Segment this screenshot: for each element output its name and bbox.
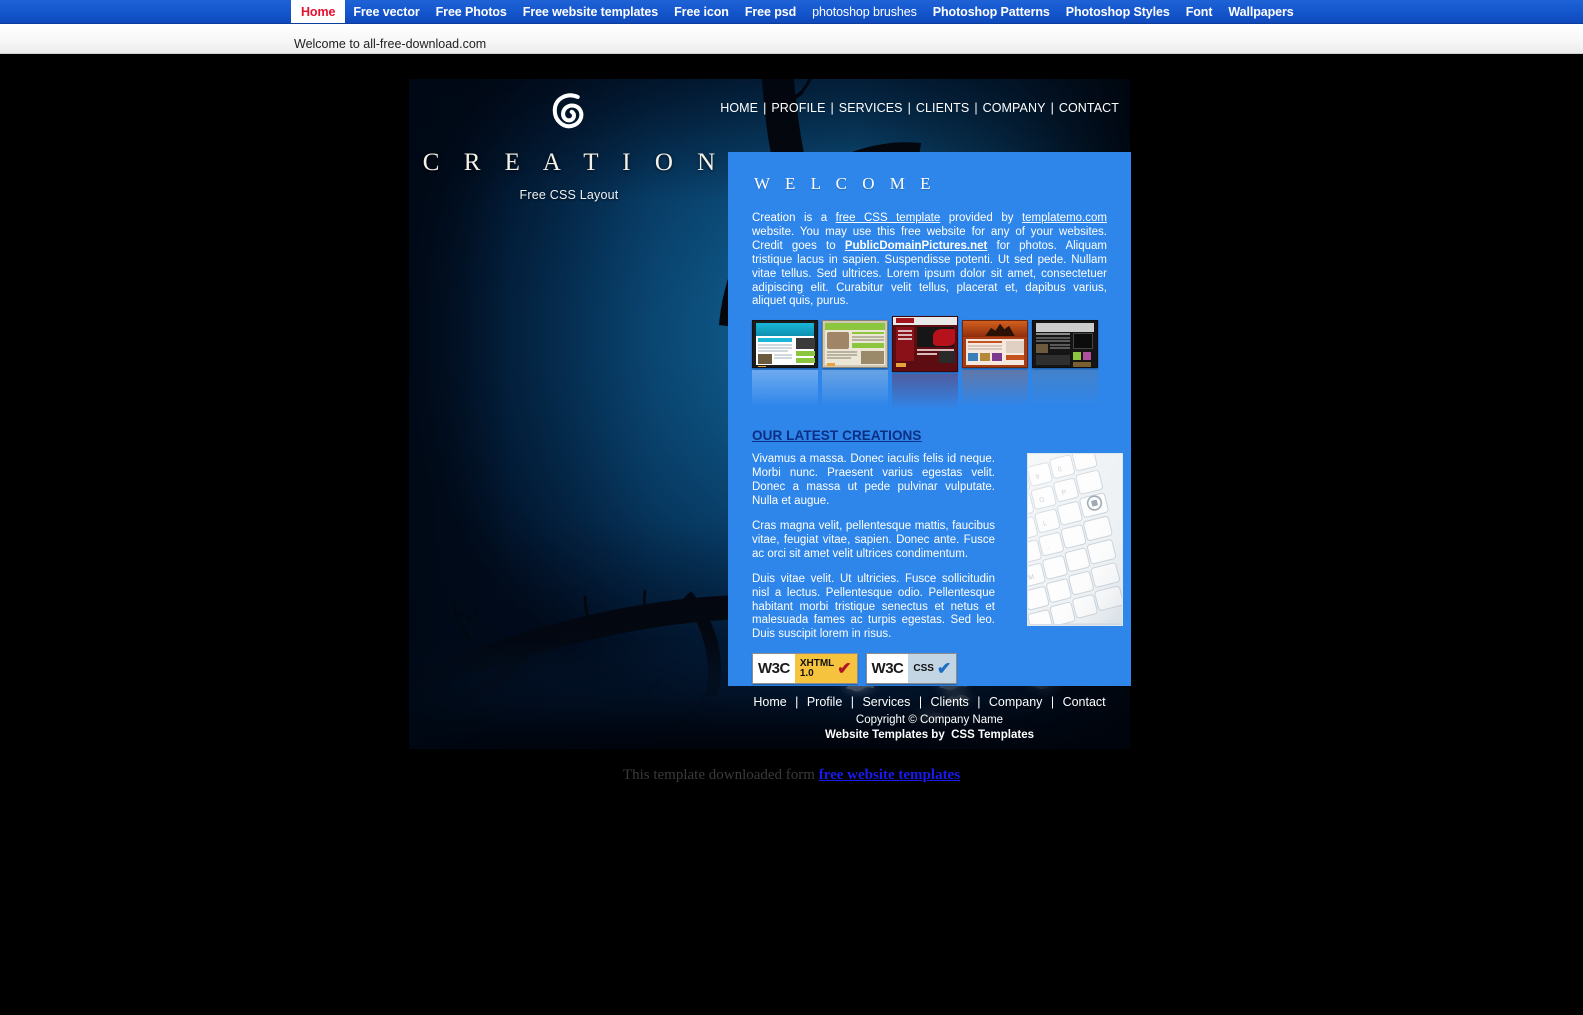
topnav-separator: | <box>1050 101 1054 115</box>
footer-nav: Home | Profile | Services | Clients | Co… <box>723 693 1136 711</box>
keyboard-illustration: 89 0I OP KL ,. M <box>1028 454 1122 626</box>
nav-item-free-website-templates[interactable]: Free website templates <box>515 0 666 23</box>
checkmark-icon: ✔ <box>936 659 952 679</box>
welcome-panel: W E L C O M E Creation is a free CSS tem… <box>728 152 1131 686</box>
footer-separator: | <box>1050 695 1055 709</box>
template-thumb-4[interactable] <box>962 320 1028 369</box>
copyright-text: Copyright © Company Name <box>855 714 1004 726</box>
free-website-templates-link[interactable]: free website templates <box>819 767 960 783</box>
template-thumb-3[interactable] <box>892 316 958 373</box>
footer-separator: | <box>918 695 923 709</box>
nav-item-home[interactable]: Home <box>291 0 346 23</box>
brand-title: C R E A T I O N <box>422 149 725 176</box>
credit-link[interactable]: CSS Templates <box>951 729 1034 741</box>
nav-item-free-vector[interactable]: Free vector <box>345 0 427 23</box>
right-column: HOME | PROFILE | SERVICES | CLIENTS | CO… <box>720 79 1131 741</box>
credit-prefix: Website Templates by <box>825 729 945 741</box>
nav-item-photoshop-brushes[interactable]: photoshop brushes <box>804 0 925 23</box>
nav-item-free-photos[interactable]: Free Photos <box>428 0 515 23</box>
topnav-separator: | <box>907 101 911 115</box>
latest-paragraph-1: Vivamus a massa. Donec iaculis felis id … <box>752 453 995 508</box>
intro-paragraph: Creation is a free CSS template provided… <box>752 212 1107 309</box>
spiral-logo-icon <box>552 93 584 129</box>
w3c-logo-text: W3C <box>753 654 795 684</box>
publicdomainpictures-link[interactable]: PublicDomainPictures.net <box>845 240 988 252</box>
footer-separator: | <box>977 695 981 709</box>
intro-text-1: Creation is a <box>752 212 836 224</box>
w3c-css-badge[interactable]: W3C CSS ✔ <box>865 653 958 685</box>
template-thumb-5[interactable] <box>1032 320 1098 369</box>
free-css-template-link[interactable]: free CSS template <box>836 212 941 224</box>
nav-item-wallpapers[interactable]: Wallpapers <box>1220 0 1301 23</box>
template-thumbnail-strip <box>752 316 1107 420</box>
xhtml-badge-right: XHTML 1.0 ✔ <box>794 654 857 684</box>
template-footer: Home | Profile | Services | Clients | Co… <box>723 693 1136 741</box>
topnav-item-contact[interactable]: CONTACT <box>1059 101 1119 115</box>
footer-link-services[interactable]: Services <box>862 695 910 709</box>
thumbnail-reflection <box>752 370 818 407</box>
css-badge-right: CSS ✔ <box>908 654 957 684</box>
thumbnail-item[interactable] <box>962 320 1028 407</box>
topnav-item-profile[interactable]: PROFILE <box>771 101 825 115</box>
brand-block: C R E A T I O N Free CSS Layout <box>409 91 729 202</box>
w3c-xhtml-badge[interactable]: W3C XHTML 1.0 ✔ <box>752 653 858 685</box>
w3c-logo-text: W3C <box>866 654 909 684</box>
thumbnail-item[interactable] <box>822 320 888 407</box>
latest-creations-heading[interactable]: OUR LATEST CREATIONS <box>752 428 1107 443</box>
nav-item-free-icon[interactable]: Free icon <box>666 0 737 23</box>
latest-paragraph-3: Duis vitae velit. Ut ultricies. Fusce so… <box>752 572 995 641</box>
footer-link-home[interactable]: Home <box>753 695 786 709</box>
footer-separator: | <box>850 695 854 709</box>
thumbnail-reflection <box>1032 370 1098 407</box>
latest-creations-body: 89 0I OP KL ,. M <box>752 453 1123 642</box>
credit-line: Website Templates by CSS Templates <box>723 729 1136 741</box>
nav-item-photoshop-patterns[interactable]: Photoshop Patterns <box>925 0 1058 23</box>
downloaded-note: This template downloaded form free websi… <box>0 767 1583 784</box>
template-thumb-2[interactable] <box>822 320 888 369</box>
latest-paragraph-2: Cras magna velit, pellentesque mattis, f… <box>752 519 995 560</box>
checkmark-icon: ✔ <box>837 659 852 679</box>
template-thumb-1[interactable] <box>752 320 818 369</box>
template-top-nav: HOME | PROFILE | SERVICES | CLIENTS | CO… <box>720 79 1130 119</box>
topnav-separator: | <box>763 101 767 115</box>
xhtml-label-line2: 1.0 <box>799 667 814 679</box>
thumbnail-reflection <box>962 370 1028 407</box>
welcome-message: Welcome to all-free-download.com <box>294 37 487 51</box>
site-nav-bar: Home Free vector Free Photos Free websit… <box>0 0 1583 24</box>
template-stage: C R E A T I O N Free CSS Layout HOME | P… <box>0 55 1583 1015</box>
templatemo-link[interactable]: templatemo.com <box>1022 212 1107 224</box>
footer-link-clients[interactable]: Clients <box>931 695 969 709</box>
topnav-item-home[interactable]: HOME <box>720 101 758 115</box>
panel-title: W E L C O M E <box>754 174 936 193</box>
css-label: CSS <box>913 662 934 674</box>
thumbnail-reflection <box>822 370 888 407</box>
thumbnail-item[interactable] <box>1032 320 1098 407</box>
footer-link-company[interactable]: Company <box>989 695 1043 709</box>
nav-item-photoshop-styles[interactable]: Photoshop Styles <box>1058 0 1178 23</box>
footer-link-profile[interactable]: Profile <box>807 695 842 709</box>
footer-link-contact[interactable]: Contact <box>1063 695 1106 709</box>
downloaded-note-text: This template downloaded form <box>622 767 819 783</box>
topnav-item-company[interactable]: COMPANY <box>983 101 1046 115</box>
nav-item-font[interactable]: Font <box>1178 0 1221 23</box>
intro-text-2: provided by <box>940 212 1022 224</box>
keyboard-photo: 89 0I OP KL ,. M <box>1027 453 1123 627</box>
nav-item-free-psd[interactable]: Free psd <box>737 0 804 23</box>
topnav-item-services[interactable]: SERVICES <box>839 101 903 115</box>
brand-subtitle: Free CSS Layout <box>519 188 619 202</box>
topnav-item-clients[interactable]: CLIENTS <box>916 101 970 115</box>
topnav-separator: | <box>830 101 834 115</box>
validation-badges: W3C XHTML 1.0 ✔ W3C CSS ✔ <box>752 653 1107 685</box>
thumbnail-item[interactable] <box>892 316 958 411</box>
thumbnail-item[interactable] <box>752 320 818 407</box>
site-sub-bar: Welcome to all-free-download.com <box>0 24 1583 54</box>
footer-separator: | <box>795 695 799 709</box>
topnav-separator: | <box>974 101 978 115</box>
thumbnail-reflection <box>892 374 958 411</box>
